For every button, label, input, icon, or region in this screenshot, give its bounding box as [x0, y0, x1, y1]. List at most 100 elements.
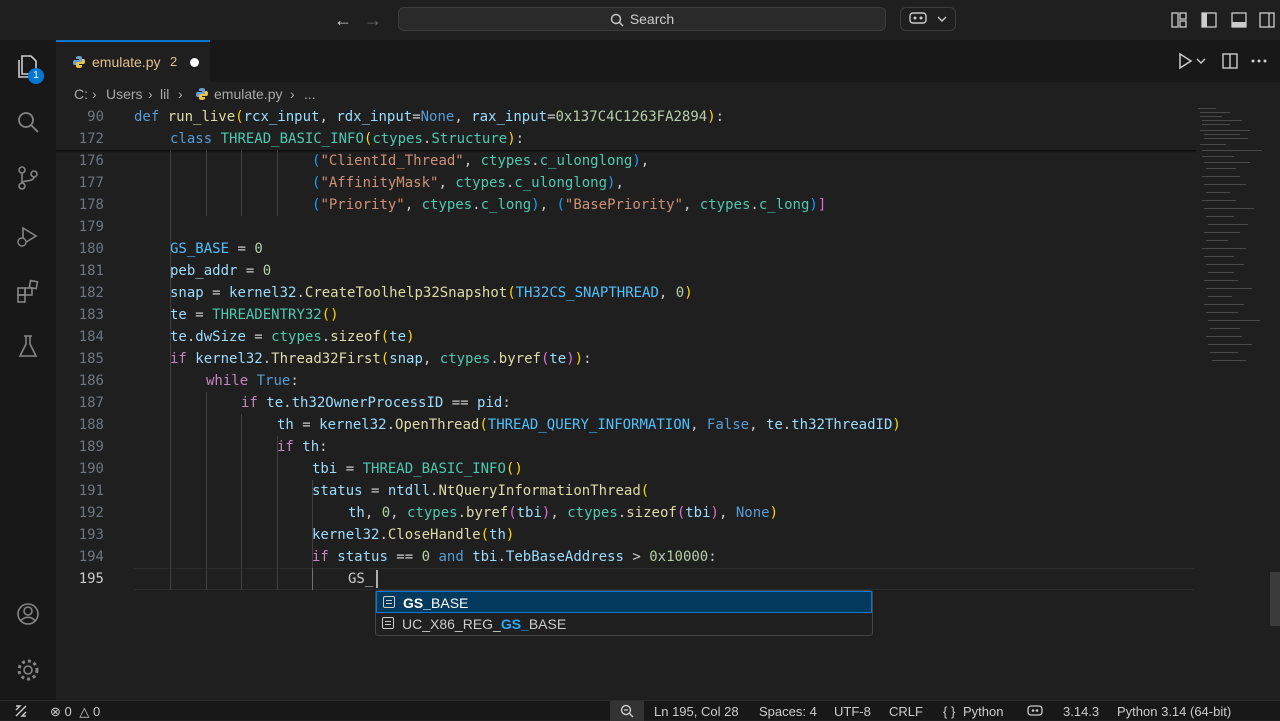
python-file-icon: [73, 56, 85, 68]
minimap[interactable]: [1196, 106, 1268, 376]
line-number: 192: [78, 505, 104, 521]
copilot-icon: [909, 12, 927, 24]
remote-icon[interactable]: [14, 704, 28, 718]
more-actions-icon[interactable]: [1250, 52, 1268, 70]
line-number: 90: [87, 109, 104, 125]
line-number: 185: [78, 351, 104, 367]
code-line: 180 GS_BASE = 0: [56, 238, 1196, 260]
breadcrumb-users[interactable]: Users: [106, 86, 143, 102]
status-bar: ⊗ 0 △ 0 Ln 195, Col 28 Spaces: 4 UTF-8 C…: [0, 700, 1280, 721]
customize-layout-icon[interactable]: [1170, 11, 1188, 29]
code-line: 193 kernel32.CloseHandle(th): [56, 524, 1196, 546]
run-debug-icon[interactable]: [14, 222, 42, 250]
source-control-icon[interactable]: [14, 164, 42, 192]
activity-bar: 1: [0, 40, 56, 700]
code-line: 187 if te.th32OwnerProcessID == pid:: [56, 392, 1196, 414]
code-line: 192 th, 0, ctypes.byref(tbi), ctypes.size…: [56, 502, 1196, 524]
code-line: 191 status = ntdll.NtQueryInformationThre…: [56, 480, 1196, 502]
code-line: 176 ("ClientId_Thread", ctypes.c_ulonglon…: [56, 150, 1196, 172]
breadcrumb-drive[interactable]: C:: [74, 86, 88, 102]
zoom-icon: [620, 704, 634, 718]
code-line: 183 te = THREADENTRY32(): [56, 304, 1196, 326]
split-editor-icon[interactable]: [1221, 52, 1239, 70]
suggestion-item-uc-x86-reg-gs-base[interactable]: UC_X86_REG_GS_BASE: [376, 613, 872, 635]
language-braces-icon: { }: [943, 704, 956, 719]
suggestion-item-gs-base[interactable]: GS_BASE: [376, 591, 872, 613]
code-line: 189 if th:: [56, 436, 1196, 458]
account-icon[interactable]: [14, 600, 42, 628]
python-file-icon: [196, 88, 208, 100]
indentation[interactable]: Spaces: 4: [759, 703, 817, 720]
line-number: 186: [78, 373, 104, 389]
line-number: 176: [78, 153, 104, 169]
code-line: 190 tbi = THREAD_BASIC_INFO(): [56, 458, 1196, 480]
breadcrumb-separator: ›: [92, 86, 97, 102]
code-line: 188th = kernel32.OpenThread(THREAD_QUERY…: [56, 414, 1196, 436]
line-number: 188: [78, 417, 104, 433]
search-icon: [610, 14, 624, 27]
warning-count: 0: [93, 704, 101, 719]
arrow-right-icon[interactable]: →: [363, 10, 383, 30]
line-number: 190: [78, 461, 104, 477]
breadcrumb-separator: ›: [148, 86, 153, 102]
breadcrumb-symbols[interactable]: ...: [304, 86, 316, 102]
line-number: 183: [78, 307, 104, 323]
typed-text: GS_: [348, 571, 374, 587]
copilot-menu-button[interactable]: [900, 7, 956, 31]
toggle-panel-icon[interactable]: [1230, 11, 1248, 29]
encoding[interactable]: UTF-8: [834, 703, 871, 720]
line-ending[interactable]: CRLF: [889, 703, 923, 720]
settings-gear-icon[interactable]: [14, 656, 42, 684]
suggestion-rest: BASE: [528, 616, 567, 632]
chevron-down-icon[interactable]: [1196, 57, 1206, 65]
title-bar: ← → Search: [0, 0, 1280, 40]
copilot-icon[interactable]: [1026, 704, 1044, 718]
extensions-icon[interactable]: [14, 278, 42, 306]
breadcrumb-file[interactable]: emulate.py: [214, 86, 282, 102]
code-line: 182 snap = kernel32.CreateToolhelp32Snaps…: [56, 282, 1196, 304]
explorer-badge: 1: [28, 68, 44, 84]
line-number: 189: [78, 439, 104, 455]
language-mode[interactable]: Python: [963, 703, 1003, 720]
search-icon[interactable]: [14, 108, 42, 136]
vertical-scrollbar[interactable]: [1270, 572, 1280, 626]
breadcrumb-lil[interactable]: lil: [160, 86, 169, 102]
code-line: 184 te.dwSize = ctypes.sizeof(te): [56, 326, 1196, 348]
cursor-position[interactable]: Ln 195, Col 28: [654, 703, 739, 720]
tab-problem-count: 2: [170, 54, 178, 69]
modified-dot-icon[interactable]: [190, 58, 199, 67]
toggle-primary-sidebar-icon[interactable]: [1200, 11, 1218, 29]
code-line: 172 class THREAD_BASIC_INFO(ctypes.Struct…: [56, 128, 1196, 150]
python-version[interactable]: 3.14.3: [1063, 703, 1099, 720]
code-line-current: 195 GS_: [56, 568, 1196, 590]
toggle-secondary-sidebar-icon[interactable]: [1258, 11, 1276, 29]
code-line: 194 if status == 0 and tbi.TebBaseAddress…: [56, 546, 1196, 568]
breadcrumb-separator: ›: [290, 86, 295, 102]
search-label: Search: [629, 11, 675, 27]
line-number: 182: [78, 285, 104, 301]
error-count: 0: [64, 704, 72, 719]
error-icon: ⊗: [50, 704, 61, 719]
suggestion-prefix: UC_X86_REG_: [402, 616, 501, 632]
testing-icon[interactable]: [14, 332, 42, 360]
code-line: 177 ("AffinityMask", ctypes.c_ulonglong),: [56, 172, 1196, 194]
chevron-down-icon: [937, 16, 947, 22]
line-number: 177: [78, 175, 104, 191]
code-line: 181 peb_addr = 0: [56, 260, 1196, 282]
line-number: 195: [78, 571, 104, 587]
zoom-indicator[interactable]: [610, 701, 644, 721]
command-center-search[interactable]: Search: [398, 7, 886, 31]
python-interpreter[interactable]: Python 3.14 (64-bit): [1117, 703, 1231, 720]
line-number: 193: [78, 527, 104, 543]
tab-emulate-py[interactable]: emulate.py 2: [56, 40, 210, 82]
suggestion-widget: GS_BASE UC_X86_REG_GS_BASE: [375, 590, 873, 636]
variable-icon: [383, 596, 395, 608]
line-number: 194: [78, 549, 104, 565]
arrow-left-icon[interactable]: ←: [333, 10, 353, 30]
code-line: 90 def run_live(rcx_input, rdx_input=None…: [56, 106, 1196, 128]
warning-icon: △: [79, 704, 90, 719]
run-python-file-icon[interactable]: [1176, 52, 1194, 70]
problems-indicator[interactable]: ⊗ 0 △ 0: [50, 703, 100, 720]
code-line: 179: [56, 216, 1196, 238]
editor-tab-bar: emulate.py 2: [56, 40, 1280, 82]
